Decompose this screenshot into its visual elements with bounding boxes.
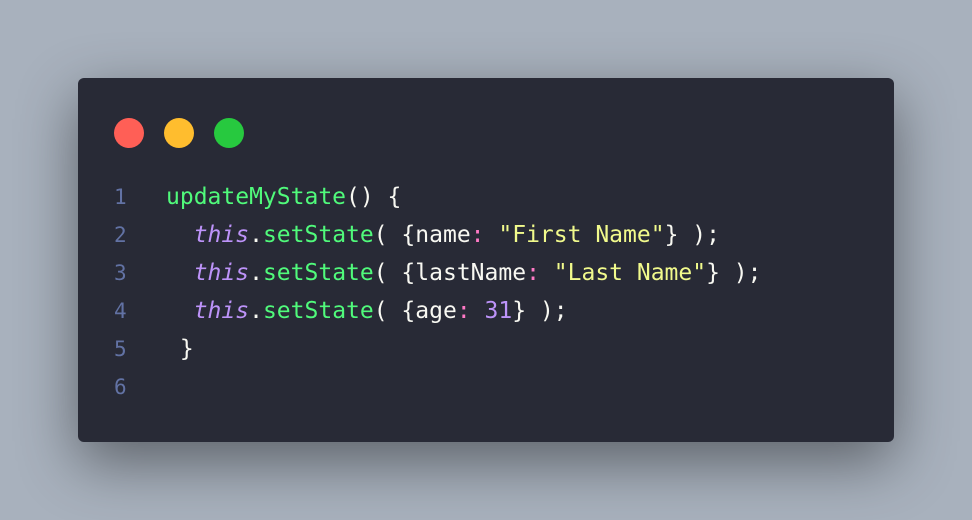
code-line: 4 this.setState( {age: 31} ); [78,292,894,330]
line-number: 3 [114,261,127,285]
code-token: } [166,336,194,362]
line-number: 5 [114,337,127,361]
line-number: 1 [114,185,127,209]
code-token: this [193,260,250,286]
code-line: 3 this.setState( {lastName: "Last Name"}… [78,254,894,292]
code-token: ( {age [373,298,457,324]
code-text: } [166,330,194,368]
code-line: 5 } [78,330,894,368]
code-block: 1 updateMyState() {2 this.setState( {name… [78,178,894,406]
code-line: 2 this.setState( {name: "First Name"} ); [78,216,894,254]
code-token: ( {name [373,222,471,248]
code-token: : [456,298,471,324]
code-token: setState [262,298,374,324]
code-token: . [249,222,263,248]
code-token: } ); [664,222,720,248]
code-token: 31 [484,298,513,324]
code-text: updateMyState() { [166,178,401,216]
code-token: ( {lastName [373,260,527,286]
code-token: () { [346,184,402,210]
code-token: setState [262,222,374,248]
code-token: : [526,260,540,286]
code-token: "First Name" [498,222,665,248]
code-token: this [193,222,250,248]
code-token: } ); [512,298,568,324]
close-dot-icon[interactable] [114,118,144,148]
code-text: this.setState( {lastName: "Last Name"} )… [166,254,762,292]
code-token: : [470,222,485,248]
code-token: . [249,298,263,324]
code-token: setState [262,260,374,286]
window-controls [114,118,244,148]
code-token: . [249,260,263,286]
line-number: 6 [114,375,127,399]
line-number: 4 [114,299,127,323]
code-token: this [193,298,250,324]
code-line: 1 updateMyState() { [78,178,894,216]
line-number: 2 [114,223,127,247]
code-line: 6 [78,368,894,406]
maximize-dot-icon[interactable] [214,118,244,148]
code-text: this.setState( {age: 31} ); [166,292,568,330]
code-window: 1 updateMyState() {2 this.setState( {name… [78,78,894,442]
code-text: this.setState( {name: "First Name"} ); [166,216,720,254]
code-token: } ); [706,260,762,286]
code-token: "Last Name" [553,260,707,286]
code-token: updateMyState [166,184,347,210]
minimize-dot-icon[interactable] [164,118,194,148]
